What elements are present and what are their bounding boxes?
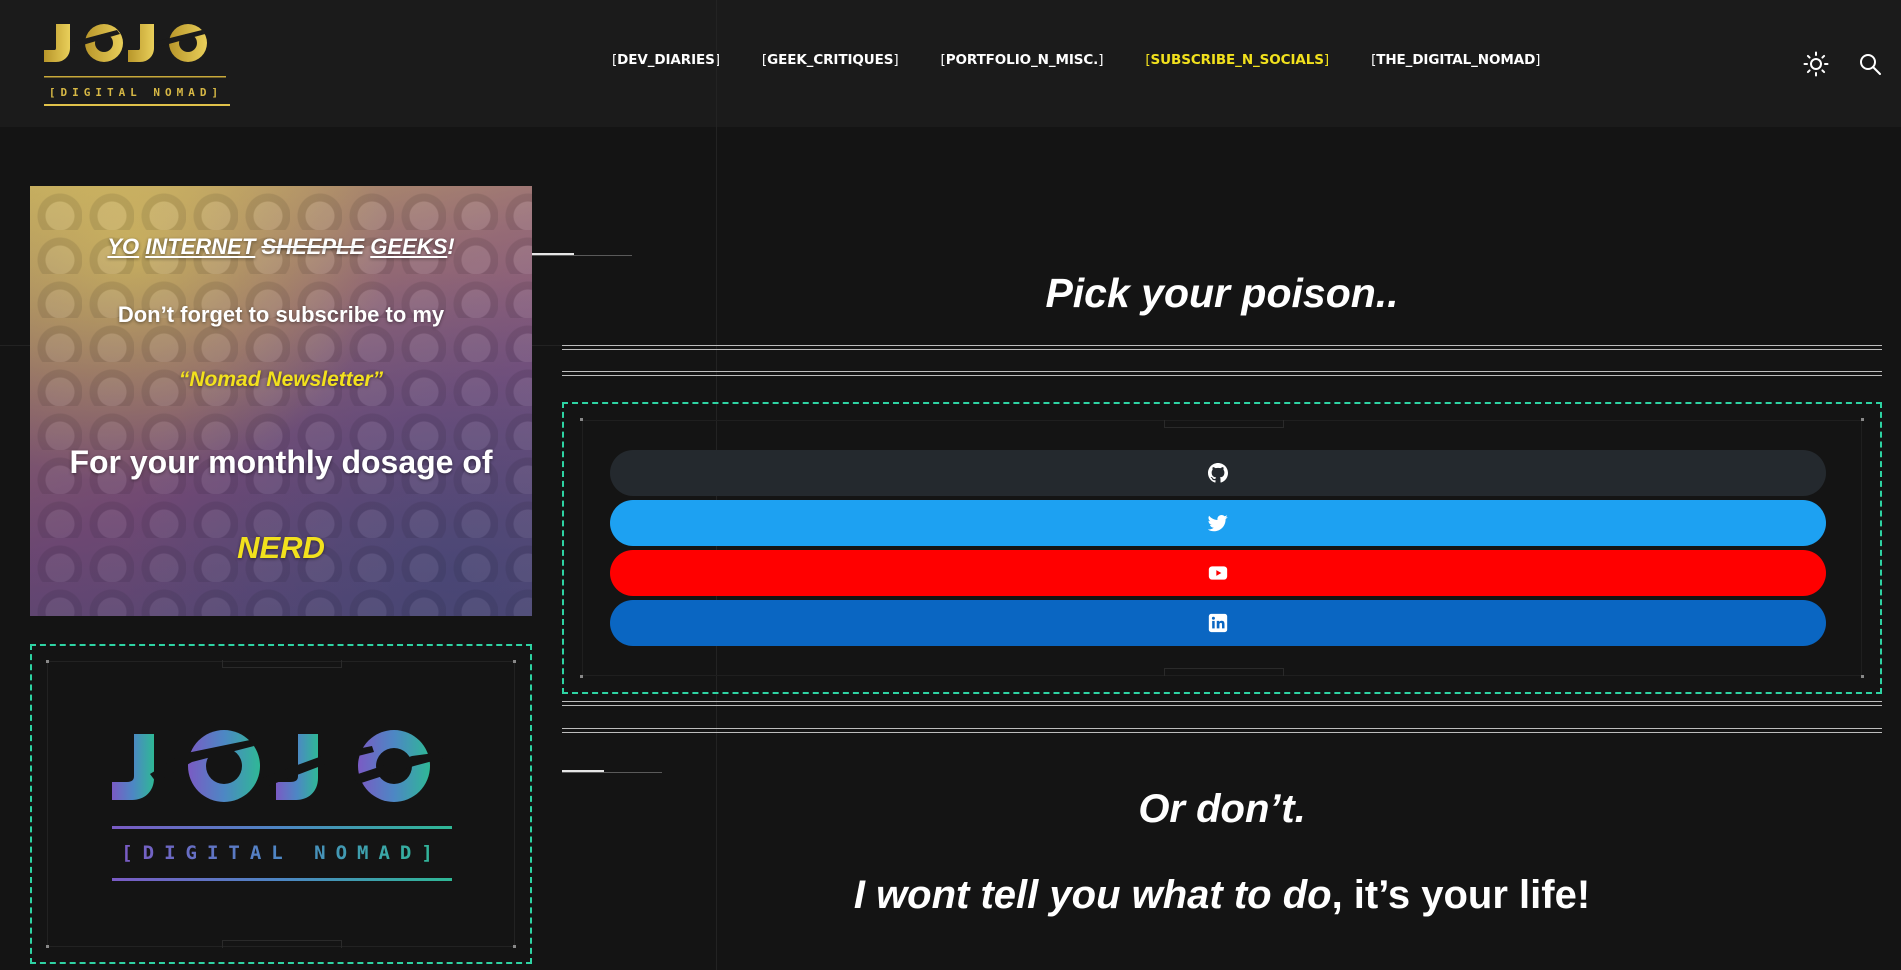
site-header: [DIGITAL NOMAD] [DEV_DIARIES] [GEEK_CRIT… bbox=[0, 0, 1901, 127]
promo-subscribe-text: Don’t forget to subscribe to my bbox=[117, 302, 445, 327]
github-icon bbox=[1208, 463, 1228, 483]
nav-portfolio[interactable]: [PORTFOLIO_N_MISC.] bbox=[941, 52, 1104, 74]
svg-text:[DIGITAL NOMAD]: [DIGITAL NOMAD] bbox=[49, 86, 223, 99]
twitter-button[interactable] bbox=[610, 500, 1826, 546]
linkedin-button[interactable] bbox=[610, 600, 1826, 646]
newsletter-promo-card[interactable]: YO INTERNET SHEEPLE GEEKS! Don’t forget … bbox=[30, 186, 532, 616]
svg-text:[DIGITAL NOMAD]: [DIGITAL NOMAD] bbox=[121, 842, 443, 864]
twitter-icon bbox=[1208, 515, 1228, 532]
nav-geek-critiques[interactable]: [GEEK_CRITIQUES] bbox=[762, 52, 899, 74]
search-icon[interactable] bbox=[1858, 52, 1882, 76]
youtube-button[interactable] bbox=[610, 550, 1826, 596]
sun-icon[interactable] bbox=[1803, 51, 1829, 77]
logo-card: [DIGITAL NOMAD] bbox=[30, 644, 532, 964]
promo-newsletter-name[interactable]: “Nomad Newsletter” bbox=[30, 368, 532, 392]
social-links-panel bbox=[562, 402, 1882, 694]
linkedin-icon bbox=[1208, 613, 1228, 633]
pick-your-poison-heading: Pick your poison.. bbox=[1045, 270, 1399, 316]
jojo-gradient-logo: [DIGITAL NOMAD] bbox=[112, 730, 452, 881]
main-nav: [DEV_DIARIES] [GEEK_CRITIQUES] [PORTFOLI… bbox=[612, 52, 1582, 74]
nav-subscribe-socials[interactable]: [SUBSCRIBE_N_SOCIALS] bbox=[1145, 52, 1329, 74]
promo-dosage-text: For your monthly dosage of bbox=[69, 444, 493, 480]
your-life-text: I wont tell you what to do, it’s your li… bbox=[853, 873, 1591, 917]
nav-digital-nomad[interactable]: [THE_DIGITAL_NOMAD] bbox=[1371, 52, 1540, 74]
site-logo[interactable]: [DIGITAL NOMAD] bbox=[42, 20, 230, 108]
nav-dev-diaries[interactable]: [DEV_DIARIES] bbox=[612, 52, 720, 74]
or-dont-text: Or don’t. bbox=[1138, 787, 1306, 831]
github-button[interactable] bbox=[610, 450, 1826, 496]
youtube-icon bbox=[1208, 566, 1228, 580]
promo-greeting: YO INTERNET SHEEPLE GEEKS! bbox=[107, 234, 455, 259]
promo-nerd-text: NERD bbox=[237, 530, 325, 565]
